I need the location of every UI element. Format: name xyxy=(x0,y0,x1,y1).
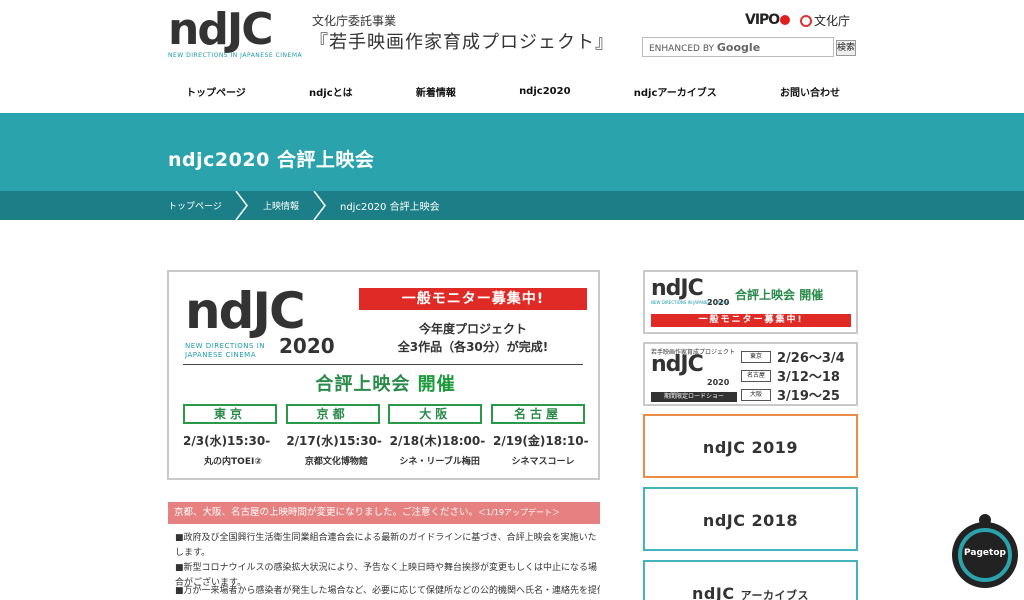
date-tokyo: 2/3(水)15:30- xyxy=(183,434,271,448)
sidebar-link-ndjc2019[interactable]: ndJC 2019 xyxy=(643,414,858,478)
breadcrumb-chevron-icon xyxy=(235,191,248,220)
logo-wordmark: ndJC xyxy=(168,4,273,55)
date-osaka: 2/18(木)18:00- xyxy=(389,434,486,448)
breadcrumb-screening[interactable]: 上映情報 xyxy=(263,199,299,212)
vipo-dot-icon xyxy=(780,15,791,25)
venue-osaka: シネ・リーブル梅田 xyxy=(399,457,480,467)
city-nagoya: 名古屋 xyxy=(490,404,585,424)
s2-date: 3/19〜25 xyxy=(777,389,840,404)
nav-item-ndjc2020[interactable]: ndjc2020 xyxy=(501,86,588,97)
banner-logo-sub-1: NEW DIRECTIONS IN xyxy=(185,342,265,350)
s2-year: 2020 xyxy=(707,378,730,387)
ndjc2018-label: ndJC 2018 xyxy=(702,511,799,530)
banner-logo: ndJC xyxy=(185,282,306,340)
s2-row-osaka: 大阪 3/19〜25 xyxy=(741,385,845,404)
s2-row-nagoya: 名古屋 3/12〜18 xyxy=(741,366,845,385)
search-input[interactable]: ENHANCED BY Google xyxy=(642,37,834,57)
breadcrumb-top[interactable]: トップページ xyxy=(168,199,222,212)
venue-tokyo: 丸の内TOEI② xyxy=(204,457,262,467)
monitor-recruit-badge: 一般モニター募集中! xyxy=(359,288,587,310)
s1-heading-b: 開催 xyxy=(799,288,824,302)
banner-divider xyxy=(183,364,583,365)
date-row: 2/3(水)15:30- 2/17(水)15:30- 2/18(木)18:00-… xyxy=(183,432,593,449)
notice-text: 京都、大阪、名古屋の上映時間が変更になりました。ご注意ください。 xyxy=(174,507,479,518)
ndjc2019-label: ndJC 2019 xyxy=(702,438,799,457)
date-nagoya: 2/19(金)18:10- xyxy=(492,434,589,448)
sidebar-banner-roadshow[interactable]: 若手映画作家育成プロジェクト ndJC 2020 期間限定ロードショー 東京 2/… xyxy=(643,342,858,406)
banner-line1: 今年度プロジェクト xyxy=(418,322,527,336)
logo-tagline: NEW DIRECTIONS IN JAPANESE CINEMA xyxy=(168,52,303,59)
bunka-text: 文化庁 xyxy=(814,14,851,28)
bunka-mark-icon xyxy=(800,15,812,27)
s2-date: 2/26〜3/4 xyxy=(777,351,845,366)
city-row: 東京 京都 大阪 名古屋 xyxy=(183,404,585,424)
sidebar-link-ndjc2018[interactable]: ndJC 2018 xyxy=(643,487,858,551)
s2-schedule: 東京 2/26〜3/4 名古屋 3/12〜18 大阪 3/19〜25 xyxy=(741,347,845,404)
archives-label: ndJC アーカイブス xyxy=(645,584,856,600)
main-nav: トップページ ndjcとは 新着情報 ndjc2020 ndjcアーカイブス お… xyxy=(168,80,858,102)
search-placeholder: ENHANCED BY Google xyxy=(649,41,760,54)
city-kyoto: 京都 xyxy=(285,404,380,424)
s1-year: 2020 xyxy=(707,298,730,307)
project-title: 『若手映画作家育成プロジェクト』 xyxy=(310,32,614,53)
s2-city: 名古屋 xyxy=(741,369,771,382)
nav-item-archives[interactable]: ndjcアーカイブス xyxy=(616,84,735,99)
venue-nagoya: シネマスコーレ xyxy=(511,457,575,467)
ndjc-logo[interactable]: ndJC NEW DIRECTIONS IN JAPANESE CINEMA xyxy=(168,4,303,60)
s1-logo: ndJC xyxy=(651,276,704,301)
banner-logo-sub-2: JAPANESE CINEMA xyxy=(185,351,256,359)
s1-heading-a: 合評上映会 xyxy=(735,288,796,302)
s2-city: 大阪 xyxy=(741,388,771,401)
s2-city: 東京 xyxy=(741,350,771,363)
archives-label-a: ndJC xyxy=(692,584,735,600)
info-paragraph-3: ■万が一来場者から感染者が発生した場合など、必要に応じて保健所などの公的機関へ氏… xyxy=(175,586,600,596)
city-osaka: 大阪 xyxy=(388,404,483,424)
vipo-logo[interactable]: VIPO xyxy=(745,12,791,28)
archives-label-b: アーカイブス xyxy=(740,589,809,600)
banner-logo-sub: NEW DIRECTIONS IN JAPANESE CINEMA xyxy=(185,342,265,360)
banner-heading-b: 開催 xyxy=(417,374,456,395)
s2-logo: ndJC xyxy=(651,352,704,377)
bunka-logo[interactable]: 文化庁 xyxy=(800,12,850,29)
venue-row: 丸の内TOEI② 京都文化博物館 シネ・リーブル梅田 シネマスコーレ xyxy=(183,454,593,467)
city-tokyo: 東京 xyxy=(183,404,277,424)
search-button[interactable]: 検索 xyxy=(836,40,856,56)
pagetop-label: Pagetop xyxy=(964,548,1006,558)
sidebar-link-archives[interactable]: ndJC アーカイブス xyxy=(643,560,858,600)
banner-line2: 全3作品（各30分）が完成! xyxy=(397,340,549,354)
s1-heading: 合評上映会 開催 xyxy=(735,286,823,303)
search-placeholder-prefix: ENHANCED BY xyxy=(649,44,715,54)
s2-date: 3/12〜18 xyxy=(777,370,840,385)
vipo-text: VIPO xyxy=(745,12,780,28)
banner-year: 2020 xyxy=(279,334,335,358)
s2-roadshow-bar: 期間限定ロードショー xyxy=(651,392,737,402)
banner-heading-a: 合評上映会 xyxy=(315,374,411,395)
notice-update: ＜1/19アップデート＞ xyxy=(478,508,560,517)
breadcrumb-current: ndjc2020 合評上映会 xyxy=(340,202,440,213)
nav-item-about[interactable]: ndjcとは xyxy=(291,84,371,99)
banner-heading: 合評上映会 開催 xyxy=(169,370,602,396)
breadcrumb-chevron-icon xyxy=(313,191,326,220)
info-paragraph-1: ■政府及び全国興行生活衛生同業組合連合会による最新のガイドラインに基づき、合評上… xyxy=(175,533,597,558)
venue-kyoto: 京都文化博物館 xyxy=(304,457,368,467)
title-band: ndjc2020 合評上映会 xyxy=(0,113,1024,191)
s1-recruit-badge: 一般モニター募集中! xyxy=(651,314,851,327)
schedule-change-notice: 京都、大阪、名古屋の上映時間が変更になりました。ご注意ください。＜1/19アップ… xyxy=(168,502,600,524)
agency-line: 文化庁委託事業 xyxy=(312,14,397,28)
s2-row-tokyo: 東京 2/26〜3/4 xyxy=(741,347,845,366)
pagetop-button[interactable]: Pagetop xyxy=(952,514,1018,588)
nav-item-contact[interactable]: お問い合わせ xyxy=(762,84,858,99)
search-placeholder-brand: Google xyxy=(716,41,761,54)
sidebar-banner-screening[interactable]: ndJC NEW DIRECTIONS IN JAPANESE CINEMA 2… xyxy=(643,270,858,334)
date-kyoto: 2/17(水)15:30- xyxy=(286,434,382,448)
breadcrumb: トップページ 上映情報 ndjc2020 合評上映会 xyxy=(0,191,1024,220)
nav-item-news[interactable]: 新着情報 xyxy=(398,84,474,99)
site-header: ndJC NEW DIRECTIONS IN JAPANESE CINEMA 文… xyxy=(0,0,1024,70)
page-title: ndjc2020 合評上映会 xyxy=(168,149,375,171)
nav-item-top[interactable]: トップページ xyxy=(168,84,264,99)
screening-banner: ndJC NEW DIRECTIONS IN JAPANESE CINEMA 20… xyxy=(167,270,600,480)
